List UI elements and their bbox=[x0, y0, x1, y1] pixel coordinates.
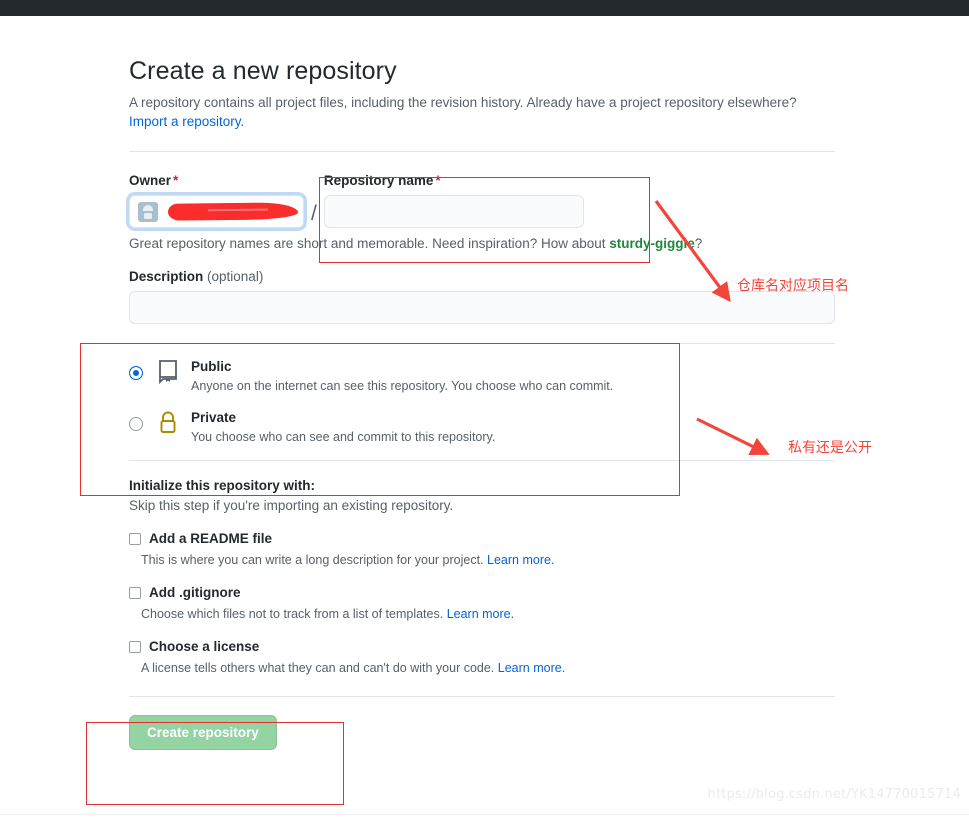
repo-name-field-group: Repository name * bbox=[323, 173, 584, 228]
create-repository-button[interactable]: Create repository bbox=[129, 715, 277, 750]
bottom-rule bbox=[0, 814, 969, 815]
page-subtitle: A repository contains all project files,… bbox=[129, 93, 829, 131]
visibility-public-desc: Anyone on the internet can see this repo… bbox=[191, 379, 614, 393]
create-repository-form: Create a new repository A repository con… bbox=[129, 55, 835, 750]
description-input[interactable] bbox=[129, 291, 835, 324]
checkbox-license-desc: A license tells others what they can and… bbox=[141, 661, 495, 675]
hint-prefix: Great repository names are short and mem… bbox=[129, 236, 610, 251]
divider-submit bbox=[129, 696, 835, 697]
redaction-mark bbox=[167, 202, 299, 221]
checkbox-license-label: Choose a license bbox=[149, 639, 260, 654]
checkbox-readme[interactable] bbox=[129, 533, 141, 545]
visibility-public-title: Public bbox=[191, 359, 232, 374]
checkbox-gitignore-label: Add .gitignore bbox=[149, 585, 241, 600]
owner-select[interactable] bbox=[129, 195, 304, 228]
checkbox-gitignore[interactable] bbox=[129, 587, 141, 599]
description-label: Description (optional) bbox=[129, 269, 835, 284]
gitignore-learn-more-link[interactable]: Learn more. bbox=[447, 607, 514, 621]
owner-field-group: Owner * bbox=[129, 173, 304, 228]
owner-label: Owner * bbox=[129, 173, 304, 188]
owner-label-text: Owner bbox=[129, 173, 172, 188]
screenshot-root: Create a new repository A repository con… bbox=[0, 0, 969, 820]
submit-area: Create repository bbox=[129, 715, 835, 750]
visibility-option-private[interactable]: Private You choose who can see and commi… bbox=[129, 409, 835, 446]
repo-name-suggestion[interactable]: sturdy-giggle bbox=[609, 236, 695, 251]
checkbox-license-label-wrap: Choose a license bbox=[149, 638, 259, 656]
checkbox-readme-label-wrap: Add a README file bbox=[149, 530, 272, 548]
browser-chrome-bar bbox=[0, 0, 969, 16]
description-label-text: Description bbox=[129, 269, 204, 284]
watermark: https://blog.csdn.net/YK14770015714 bbox=[707, 787, 961, 802]
checkbox-license-desc-wrap: A license tells others what they can and… bbox=[141, 661, 835, 675]
checkbox-gitignore-label-wrap: Add .gitignore bbox=[149, 584, 241, 602]
visibility-options: Public Anyone on the internet can see th… bbox=[129, 358, 835, 446]
hint-suffix: ? bbox=[694, 236, 703, 251]
checkbox-license[interactable] bbox=[129, 641, 141, 653]
initialize-option-license: Choose a license A license tells others … bbox=[129, 638, 835, 675]
user-avatar-icon bbox=[138, 201, 158, 222]
checkbox-row-readme[interactable]: Add a README file bbox=[129, 530, 835, 548]
divider-top bbox=[129, 151, 835, 152]
visibility-private-title: Private bbox=[191, 410, 237, 425]
radio-private[interactable] bbox=[129, 417, 143, 431]
visibility-private-text: Private You choose who can see and commi… bbox=[191, 409, 495, 446]
checkbox-row-gitignore[interactable]: Add .gitignore bbox=[129, 584, 835, 602]
annotation-label-repo-name: 仓库名对应项目名 bbox=[737, 278, 849, 294]
checkbox-gitignore-desc: Choose which files not to track from a l… bbox=[141, 607, 444, 621]
radio-public[interactable] bbox=[129, 366, 143, 380]
import-repository-link[interactable]: Import a repository. bbox=[129, 114, 244, 129]
divider-visibility-top bbox=[129, 343, 835, 344]
visibility-option-public[interactable]: Public Anyone on the internet can see th… bbox=[129, 358, 835, 395]
description-field-group: Description (optional) bbox=[129, 269, 835, 324]
repo-name-required-mark: * bbox=[435, 173, 441, 188]
initialize-title: Initialize this repository with: bbox=[129, 478, 316, 493]
repo-name-hint: Great repository names are short and mem… bbox=[129, 236, 835, 251]
checkbox-readme-desc: This is where you can write a long descr… bbox=[141, 553, 484, 567]
owner-name-separator: / bbox=[311, 202, 317, 225]
visibility-private-desc: You choose who can see and commit to thi… bbox=[191, 430, 496, 444]
repo-name-label-text: Repository name bbox=[323, 173, 434, 188]
description-optional-note: (optional) bbox=[207, 269, 264, 284]
checkbox-row-license[interactable]: Choose a license bbox=[129, 638, 835, 656]
divider-visibility-bottom bbox=[129, 460, 835, 461]
initialize-option-gitignore: Add .gitignore Choose which files not to… bbox=[129, 584, 835, 621]
checkbox-gitignore-desc-wrap: Choose which files not to track from a l… bbox=[141, 607, 835, 621]
page-subtitle-text: A repository contains all project files,… bbox=[129, 95, 797, 110]
repo-name-label: Repository name * bbox=[324, 173, 584, 188]
initialize-subtitle: Skip this step if you're importing an ex… bbox=[129, 498, 454, 513]
page-title: Create a new repository bbox=[129, 57, 397, 85]
license-learn-more-link[interactable]: Learn more. bbox=[498, 661, 565, 675]
owner-required-mark: * bbox=[173, 173, 179, 188]
visibility-public-text: Public Anyone on the internet can see th… bbox=[191, 358, 613, 395]
repo-book-icon bbox=[157, 358, 183, 389]
readme-learn-more-link[interactable]: Learn more. bbox=[487, 553, 554, 567]
repo-name-input[interactable] bbox=[323, 195, 584, 228]
lock-icon bbox=[157, 409, 183, 440]
checkbox-readme-label: Add a README file bbox=[149, 531, 273, 546]
owner-and-name-row: Owner * / Repository name * bbox=[129, 173, 835, 228]
initialize-option-readme: Add a README file This is where you can … bbox=[129, 530, 835, 567]
annotation-label-visibility: 私有还是公开 bbox=[788, 440, 872, 456]
initialize-section: Initialize this repository with: Skip th… bbox=[129, 478, 835, 675]
checkbox-readme-desc-wrap: This is where you can write a long descr… bbox=[141, 553, 835, 567]
